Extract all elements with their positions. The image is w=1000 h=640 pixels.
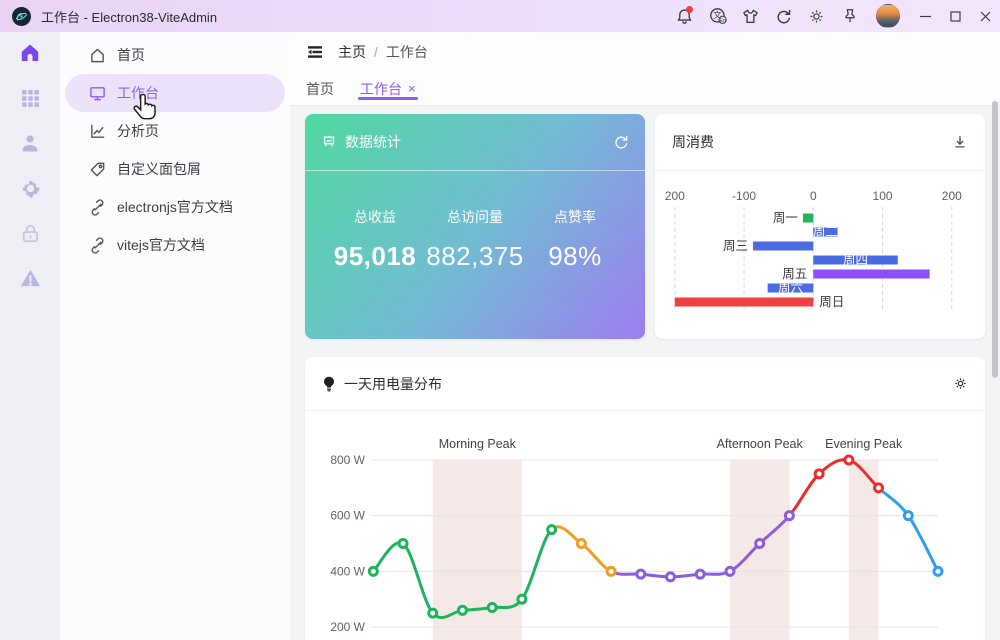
svg-text:周四: 周四 (843, 253, 868, 267)
sidebar-item-label: 自定义面包屑 (117, 159, 201, 179)
window-title: 工作台 - Electron38-ViteAdmin (41, 7, 217, 26)
dashboard: 数据统计 总收益 95,018 总访问量 (290, 106, 1000, 640)
sidebar-item-breadcrumb[interactable]: 自定义面包屑 (65, 150, 285, 188)
app-logo-icon (12, 7, 31, 26)
notifications-bell-icon[interactable] (668, 0, 701, 32)
stats-card: 数据统计 总收益 95,018 总访问量 (305, 114, 645, 339)
titlebar: 工作台 - Electron38-ViteAdmin 文 En (0, 0, 1000, 32)
svg-text:周一: 周一 (773, 211, 798, 225)
breadcrumb-row: 主页 / 工作台 (290, 32, 1000, 72)
tab-label: 工作台 (360, 79, 402, 99)
electricity-card: 一天用电量分布 Morning Peak Afternoon Peak Evenin… (305, 357, 985, 640)
electricity-line-chart: Morning Peak Afternoon Peak Evening Peak 80… (305, 411, 985, 640)
svg-text:-100: -100 (732, 189, 756, 203)
sidebar-item-workbench[interactable]: 工作台 (65, 74, 285, 112)
settings-gear-icon[interactable] (800, 0, 833, 32)
sidebar-item-vite-docs[interactable]: vitejs官方文档 (65, 226, 285, 264)
svg-text:Evening Peak: Evening Peak (825, 437, 903, 451)
stat-label: 点赞率 (525, 207, 625, 227)
minimize-button[interactable] (910, 0, 940, 32)
home-icon (89, 47, 106, 64)
breadcrumb-current: 工作台 (386, 42, 428, 62)
svg-text:周三: 周三 (723, 239, 748, 253)
tab-home[interactable]: 首页 (306, 72, 334, 105)
close-button[interactable] (970, 0, 1000, 32)
sidebar-item-label: 首页 (117, 45, 145, 65)
refresh-icon[interactable] (613, 134, 629, 150)
tag-icon (89, 161, 106, 178)
user-avatar[interactable] (876, 4, 900, 28)
stats-body: 总收益 95,018 总访问量 882,375 点赞率 98% (305, 171, 645, 272)
weekly-card-title: 周消费 (672, 132, 714, 152)
rail-home-icon[interactable] (18, 41, 42, 65)
tab-label: 首页 (306, 79, 334, 99)
rail-lock-icon[interactable] (18, 221, 42, 245)
sidebar-item-electron-docs[interactable]: electronjs官方文档 (65, 188, 285, 226)
svg-text:周日: 周日 (819, 295, 844, 309)
sidebar-item-home[interactable]: 首页 (65, 36, 285, 74)
svg-text:En: En (719, 18, 725, 24)
rail-warning-icon[interactable] (18, 266, 42, 290)
refresh-icon[interactable] (767, 0, 800, 32)
weekly-consumption-card: 周消费 200 -100 0 100 200 周一周二周三周四周五周六周日 (655, 114, 985, 339)
electricity-card-title: 一天用电量分布 (344, 374, 442, 394)
svg-text:周二: 周二 (813, 225, 838, 239)
notification-dot (686, 6, 693, 13)
svg-text:200: 200 (665, 189, 685, 203)
sidebar-item-analysis[interactable]: 分析页 (65, 112, 285, 150)
breadcrumb: 主页 / 工作台 (338, 42, 428, 62)
svg-text:周五: 周五 (782, 267, 807, 281)
svg-text:400 W: 400 W (330, 564, 365, 578)
svg-text:Afternoon Peak: Afternoon Peak (717, 437, 804, 451)
sidebar-item-label: vitejs官方文档 (117, 235, 205, 255)
monitor-icon (89, 85, 106, 102)
svg-text:100: 100 (873, 189, 893, 203)
stats-card-header: 数据统计 (305, 114, 645, 171)
bulb-icon (322, 376, 336, 392)
content-area: 主页 / 工作台 首页 工作台 × (290, 32, 1000, 640)
breadcrumb-root[interactable]: 主页 (338, 42, 366, 62)
stat-label: 总收益 (325, 207, 425, 227)
link-icon (89, 237, 106, 254)
titlebar-actions: 文 En (668, 0, 1000, 32)
weekly-bar-chart: 200 -100 0 100 200 周一周二周三周四周五周六周日 (655, 171, 985, 339)
rail-gear-icon[interactable] (18, 176, 42, 200)
board-icon (321, 134, 337, 150)
pin-icon[interactable] (833, 0, 866, 32)
tab-close-icon[interactable]: × (408, 82, 416, 95)
download-icon[interactable] (952, 134, 968, 150)
stat-value: 95,018 (325, 241, 425, 272)
svg-text:800 W: 800 W (330, 453, 365, 467)
sidebar-item-label: 分析页 (117, 121, 159, 141)
app-window: 工作台 - Electron38-ViteAdmin 文 En (0, 0, 1000, 640)
tab-workbench[interactable]: 工作台 × (360, 72, 416, 105)
svg-text:600 W: 600 W (330, 509, 365, 523)
sidebar-item-label: electronjs官方文档 (117, 197, 233, 217)
sidebar-menu: 首页 工作台 分析页 自定义面包屑 (60, 32, 290, 640)
svg-text:0: 0 (810, 189, 817, 203)
svg-text:周六: 周六 (778, 281, 803, 295)
stats-card-title: 数据统计 (345, 132, 401, 152)
rail-apps-grid-icon[interactable] (18, 86, 42, 110)
language-icon[interactable]: 文 En (701, 0, 734, 32)
collapse-sidebar-icon[interactable] (306, 43, 324, 61)
gear-icon[interactable] (953, 376, 968, 391)
stat-value: 98% (525, 241, 625, 272)
mouse-cursor-hand (132, 93, 159, 124)
svg-text:Morning Peak: Morning Peak (439, 437, 517, 451)
tab-bar: 首页 工作台 × (290, 72, 1000, 106)
vertical-scrollbar-thumb[interactable] (992, 101, 998, 378)
link-icon (89, 199, 106, 216)
maximize-button[interactable] (940, 0, 970, 32)
rail-user-icon[interactable] (18, 131, 42, 155)
svg-text:200 W: 200 W (330, 620, 365, 634)
stat-value: 882,375 (425, 241, 525, 272)
stat-label: 总访问量 (425, 207, 525, 227)
chart-icon (89, 123, 106, 140)
breadcrumb-separator: / (374, 44, 378, 60)
svg-text:200: 200 (942, 189, 962, 203)
theme-shirt-icon[interactable] (734, 0, 767, 32)
icon-rail (0, 32, 60, 640)
